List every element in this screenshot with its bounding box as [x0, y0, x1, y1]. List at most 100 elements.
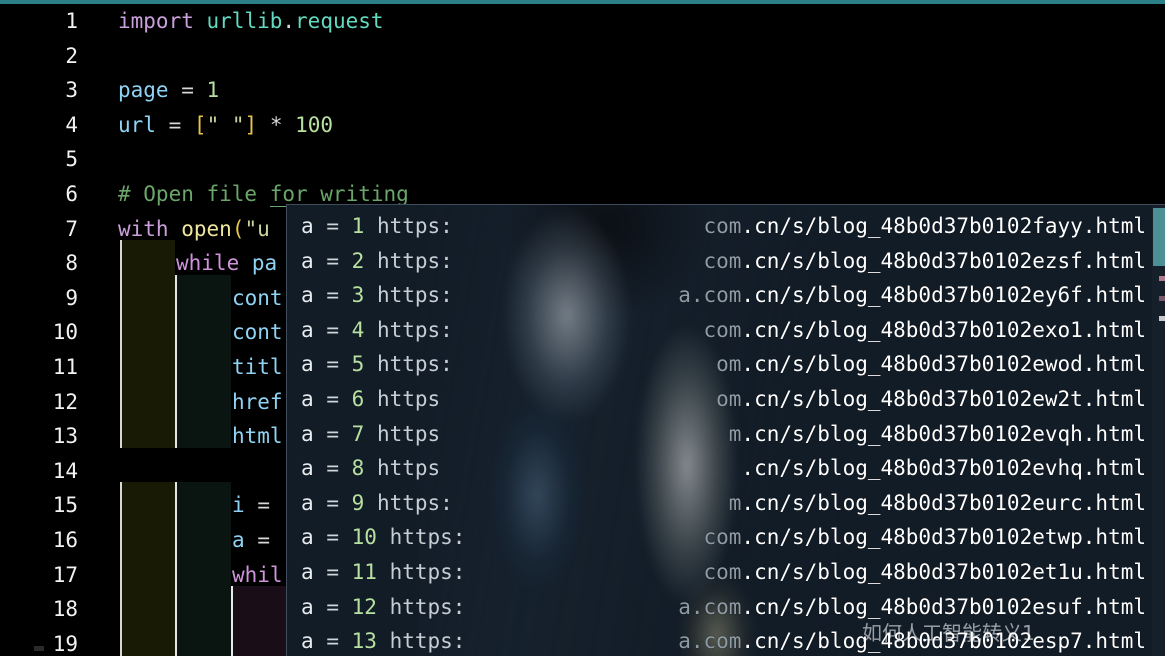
output-var: a: [301, 629, 314, 654]
code-line[interactable]: 4 url = [" "] * 100: [0, 108, 1165, 143]
marker-warning[interactable]: [1159, 276, 1165, 281]
line-content: url = [" "] * 100: [118, 108, 333, 143]
output-equals: =: [326, 421, 339, 446]
output-scheme: https:: [376, 490, 453, 515]
output-url: com.cn/s/blog_48b0d37b0102exo1.html: [703, 313, 1146, 348]
output-row[interactable]: a = 2 https: com.cn/s/blog_48b0d37b0102e…: [287, 244, 1165, 279]
code-line[interactable]: 1 import urllib.request: [0, 4, 1165, 39]
output-scheme: https:: [376, 352, 453, 377]
output-row-prefix: a = 12 https:: [301, 590, 465, 625]
line-content: page = 1: [118, 73, 219, 108]
code-line[interactable]: 5: [0, 142, 1165, 177]
output-row[interactable]: a = 4 https: com.cn/s/blog_48b0d37b0102e…: [287, 313, 1165, 348]
output-url: com.cn/s/blog_48b0d37b0102et1u.html: [703, 555, 1146, 590]
output-scheme: https: [376, 386, 441, 411]
output-scheme: https:: [389, 559, 466, 584]
output-var: a: [301, 490, 314, 515]
output-scheme: https:: [376, 283, 453, 308]
line-number: 1: [65, 9, 78, 33]
output-row-prefix: a = 11 https:: [301, 555, 465, 590]
output-url: com.cn/s/blog_48b0d37b0102fayy.html: [703, 209, 1146, 244]
output-scheme: https: [376, 456, 441, 481]
output-var: a: [301, 525, 314, 550]
line-number: 17: [52, 562, 78, 587]
output-row[interactable]: a = 11 https: com.cn/s/blog_48b0d37b0102…: [287, 555, 1165, 590]
output-url-domain: om: [716, 386, 742, 411]
token-paren: (: [231, 216, 245, 241]
editor-marker-rail[interactable]: [1159, 4, 1165, 656]
code-editor-window: 1 import urllib.request 2 3 page = 1 4 u…: [0, 0, 1165, 656]
line-number: 10: [52, 320, 78, 345]
output-row[interactable]: a = 9 https: m.cn/s/blog_48b0d37b0102eur…: [287, 486, 1165, 521]
output-url-domain: a.com: [678, 594, 742, 619]
output-url: com.cn/s/blog_48b0d37b0102etwp.html: [703, 520, 1146, 555]
line-number: 2: [65, 43, 78, 68]
line-number: 11: [52, 354, 78, 379]
token-variable: url: [118, 112, 156, 137]
output-url-path: .cn/s/blog_48b0d37b0102ezsf.html: [741, 248, 1146, 273]
output-scheme: https:: [376, 248, 453, 273]
output-var: a: [301, 283, 314, 308]
output-url-domain: com: [703, 525, 742, 550]
output-url: m.cn/s/blog_48b0d37b0102eurc.html: [729, 486, 1146, 521]
output-row[interactable]: a = 10 https: com.cn/s/blog_48b0d37b0102…: [287, 520, 1165, 555]
output-url-domain: om: [716, 352, 742, 377]
output-scheme: https:: [389, 629, 466, 654]
line-number: 4: [65, 112, 78, 137]
window-top-accent-bar: [0, 0, 1165, 4]
output-equals: =: [326, 352, 339, 377]
line-number: 16: [52, 527, 78, 552]
output-row[interactable]: a = 13 https: a.com.cn/s/blog_48b0d37b01…: [287, 624, 1165, 656]
line-number: 6: [65, 181, 78, 206]
output-url: a.com.cn/s/blog_48b0d37b0102ey6f.html: [678, 278, 1146, 313]
code-line[interactable]: 3 page = 1: [0, 73, 1165, 108]
output-url-path: .cn/s/blog_48b0d37b0102ey6f.html: [741, 283, 1146, 308]
output-url: a.com.cn/s/blog_48b0d37b0102esuf.html: [678, 590, 1146, 625]
output-equals: =: [326, 248, 339, 273]
line-content: i =: [232, 488, 270, 523]
output-url: m.cn/s/blog_48b0d37b0102evqh.html: [729, 417, 1146, 452]
output-url: com.cn/s/blog_48b0d37b0102ezsf.html: [703, 244, 1146, 279]
output-index: 6: [351, 386, 365, 411]
token-module: urllib: [206, 9, 283, 33]
output-row[interactable]: a = 5 https: om.cn/s/blog_48b0d37b0102ew…: [287, 347, 1165, 382]
token-multiply: *: [269, 112, 283, 137]
output-var: a: [301, 456, 314, 481]
output-equals: =: [326, 283, 339, 308]
output-url-path: .cn/s/blog_48b0d37b0102ew2t.html: [741, 386, 1146, 411]
output-row[interactable]: a = 3 https: a.com.cn/s/blog_48b0d37b010…: [287, 278, 1165, 313]
output-url-path: .cn/s/blog_48b0d37b0102evqh.html: [741, 421, 1146, 446]
output-url-path: .cn/s/blog_48b0d37b0102exo1.html: [741, 317, 1146, 342]
token-operator: =: [181, 78, 194, 103]
code-line[interactable]: 2: [0, 39, 1165, 74]
output-var: a: [301, 248, 314, 273]
output-row[interactable]: a = 1 https: com.cn/s/blog_48b0d37b0102f…: [287, 209, 1165, 244]
output-scheme: https:: [389, 525, 466, 550]
output-scheme: https:: [389, 594, 466, 619]
output-row[interactable]: a = 6 https om.cn/s/blog_48b0d37b0102ew2…: [287, 382, 1165, 417]
line-number: 9: [65, 285, 78, 310]
output-url-domain: com: [703, 317, 742, 342]
output-row[interactable]: a = 8 https .cn/s/blog_48b0d37b0102evhq.…: [287, 451, 1165, 486]
line-content: a =: [232, 523, 270, 558]
output-index: 9: [351, 490, 365, 515]
console-output-panel[interactable]: a = 1 https: com.cn/s/blog_48b0d37b0102f…: [286, 204, 1165, 656]
token-variable: i: [232, 493, 245, 518]
output-index: 11: [351, 559, 377, 584]
marker-neutral[interactable]: [1159, 316, 1165, 321]
output-scheme: https:: [376, 317, 453, 342]
output-row[interactable]: a = 12 https: a.com.cn/s/blog_48b0d37b01…: [287, 590, 1165, 625]
output-url: om.cn/s/blog_48b0d37b0102ewod.html: [716, 347, 1146, 382]
output-row[interactable]: a = 7 https m.cn/s/blog_48b0d37b0102evqh…: [287, 417, 1165, 452]
output-scheme: https: [376, 421, 441, 446]
token-number: 100: [295, 112, 334, 137]
output-url-path: .cn/s/blog_48b0d37b0102ewod.html: [741, 352, 1146, 377]
marker-info[interactable]: [1159, 296, 1165, 301]
